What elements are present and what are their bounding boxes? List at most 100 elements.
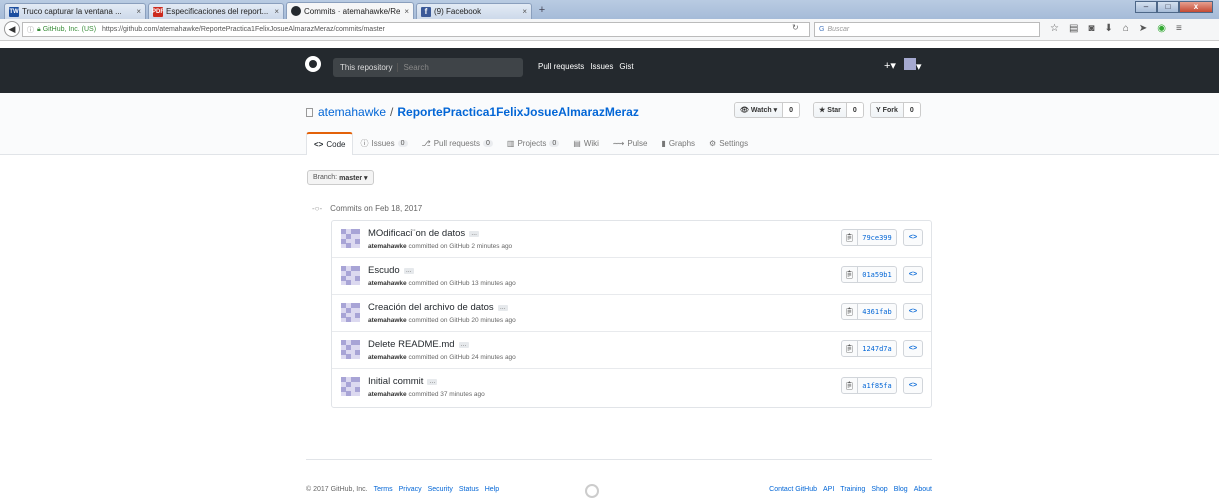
watch-button[interactable]: 👁︎ Watch ▾ 0 — [734, 102, 800, 118]
commit-author-link[interactable]: atemahawke — [368, 317, 407, 324]
footer-link-help[interactable]: Help — [485, 486, 499, 493]
commit-author-link[interactable]: atemahawke — [368, 280, 407, 287]
footer-link-privacy[interactable]: Privacy — [399, 486, 422, 493]
branch-select-button[interactable]: Branch: master ▾ — [307, 170, 374, 185]
browser-tab-commits[interactable]: Commits · atemahawke/Re... × — [286, 2, 414, 19]
new-menu-button[interactable]: +▾ — [884, 59, 896, 72]
bookmarks-list-icon[interactable]: ▤ — [1069, 23, 1078, 34]
clipboard-icon[interactable]: 📋︎ — [841, 229, 858, 246]
footer-link-training[interactable]: Training — [840, 486, 865, 493]
tab-code[interactable]: <> Code — [306, 132, 354, 155]
nav-gist[interactable]: Gist — [619, 62, 633, 71]
tab-settings[interactable]: ⚙ Settings — [702, 132, 755, 155]
lock-icon[interactable]: 🔒︎ — [37, 26, 41, 34]
commit-sha-link[interactable]: 01a59b1 — [858, 266, 897, 283]
minimize-button[interactable]: – — [1135, 1, 1157, 13]
browse-code-button[interactable]: <> — [903, 377, 923, 394]
github-mark-icon[interactable] — [585, 484, 599, 498]
repo-owner-link[interactable]: atemahawke — [318, 105, 386, 119]
nav-issues[interactable]: Issues — [590, 62, 613, 71]
github-logo-icon[interactable] — [305, 56, 321, 72]
clipboard-icon[interactable]: 📋︎ — [841, 340, 858, 357]
github-header: This repository Search Pull requests Iss… — [0, 48, 1219, 93]
avatar[interactable] — [341, 266, 360, 285]
browse-code-button[interactable]: <> — [903, 266, 923, 283]
footer-link-terms[interactable]: Terms — [374, 486, 393, 493]
clipboard-icon[interactable]: 📋︎ — [841, 303, 858, 320]
new-tab-button[interactable]: + — [534, 4, 550, 17]
expand-message-button[interactable]: … — [469, 230, 480, 237]
commit-sha-link[interactable]: 79ce399 — [858, 229, 897, 246]
commit-message-link[interactable]: Escudo — [368, 265, 400, 276]
reload-icon[interactable]: ↻ — [792, 23, 799, 32]
menu-icon[interactable]: ≡ — [1176, 23, 1182, 34]
tab-close-icon[interactable]: × — [522, 7, 527, 16]
browser-tab-truco[interactable]: TW Truco capturar la ventana ... × — [4, 3, 146, 19]
browser-tab-facebook[interactable]: f (9) Facebook × — [416, 3, 532, 19]
watch-count[interactable]: 0 — [782, 103, 799, 117]
clipboard-icon[interactable]: 📋︎ — [841, 266, 858, 283]
tab-close-icon[interactable]: × — [136, 7, 141, 16]
avatar[interactable] — [341, 229, 360, 248]
commit-sha-link[interactable]: 4361fab — [858, 303, 897, 320]
expand-message-button[interactable]: … — [403, 267, 414, 274]
commit-message-link[interactable]: Creación del archivo de datos — [368, 302, 494, 313]
browse-code-button[interactable]: <> — [903, 229, 923, 246]
commit-author-link[interactable]: atemahawke — [368, 354, 407, 361]
footer-link-api[interactable]: API — [823, 486, 834, 493]
tab-pull-requests[interactable]: ⎇ Pull requests 0 — [415, 132, 500, 155]
address-bar[interactable]: ⓘ 🔒︎ GitHub, Inc. (US) https://github.co… — [22, 22, 810, 37]
close-window-button[interactable]: x — [1179, 1, 1213, 13]
tab-graphs[interactable]: ▮ Graphs — [654, 132, 702, 155]
tab-wiki[interactable]: ▤ Wiki — [566, 132, 606, 155]
fork-button[interactable]: Y Fork 0 — [870, 102, 921, 118]
footer-link-status[interactable]: Status — [459, 486, 479, 493]
tab-issues[interactable]: ⓘ Issues 0 — [353, 132, 414, 155]
avatar[interactable] — [341, 377, 360, 396]
info-icon[interactable]: ⓘ — [27, 25, 34, 35]
home-icon[interactable]: ⌂ — [1123, 23, 1129, 34]
commit-message-link[interactable]: Delete README.md — [368, 339, 455, 350]
commit-author-link[interactable]: atemahawke — [368, 391, 407, 398]
commit-sha-link[interactable]: 1247d7a — [858, 340, 897, 357]
site-identity[interactable]: GitHub, Inc. (US) — [43, 26, 96, 33]
bookmark-star-icon[interactable]: ☆ — [1050, 23, 1059, 34]
clipboard-icon[interactable]: 📋︎ — [841, 377, 858, 394]
fork-count[interactable]: 0 — [902, 103, 920, 117]
footer-link-contact[interactable]: Contact GitHub — [769, 486, 817, 493]
avatar[interactable] — [341, 340, 360, 359]
extension-icon[interactable]: ◉ — [1157, 23, 1166, 34]
tab-close-icon[interactable]: × — [404, 7, 409, 16]
send-icon[interactable]: ➤ — [1139, 23, 1147, 34]
commit-message-link[interactable]: Initial commit — [368, 376, 423, 387]
maximize-button[interactable]: □ — [1157, 1, 1179, 13]
commit-message-link[interactable]: MOdificaci¨on de datos — [368, 228, 465, 239]
user-menu[interactable]: ▾ — [903, 58, 921, 73]
browser-search-input[interactable]: G Buscar — [814, 22, 1040, 37]
repo-search-input[interactable]: This repository Search — [333, 58, 523, 77]
star-count[interactable]: 0 — [845, 103, 863, 117]
star-button[interactable]: ★ Star 0 — [813, 102, 864, 118]
pocket-icon[interactable]: ◙ — [1088, 23, 1094, 34]
back-button[interactable]: ◀ — [4, 21, 20, 37]
download-icon[interactable]: ⬇ — [1104, 23, 1112, 34]
repo-name-link[interactable]: ReportePractica1FelixJosueAlmarazMeraz — [397, 105, 638, 119]
footer-link-blog[interactable]: Blog — [894, 486, 908, 493]
expand-message-button[interactable]: … — [458, 341, 469, 348]
footer-link-security[interactable]: Security — [428, 486, 453, 493]
tab-projects[interactable]: ▥ Projects 0 — [500, 132, 566, 155]
url-text[interactable]: https://github.com/atemahawke/ReportePra… — [102, 26, 385, 33]
expand-message-button[interactable]: … — [427, 378, 438, 385]
avatar[interactable] — [341, 303, 360, 322]
browse-code-button[interactable]: <> — [903, 303, 923, 320]
commit-author-link[interactable]: atemahawke — [368, 243, 407, 250]
tab-pulse[interactable]: ⟿ Pulse — [606, 132, 654, 155]
expand-message-button[interactable]: … — [497, 304, 508, 311]
footer-link-about[interactable]: About — [914, 486, 932, 493]
tab-close-icon[interactable]: × — [274, 7, 279, 16]
browse-code-button[interactable]: <> — [903, 340, 923, 357]
nav-pull-requests[interactable]: Pull requests — [538, 62, 584, 71]
browser-tab-especificaciones[interactable]: PDF Especificaciones del report... × — [148, 3, 284, 19]
commit-sha-link[interactable]: a1f85fa — [858, 377, 897, 394]
footer-link-shop[interactable]: Shop — [871, 486, 887, 493]
